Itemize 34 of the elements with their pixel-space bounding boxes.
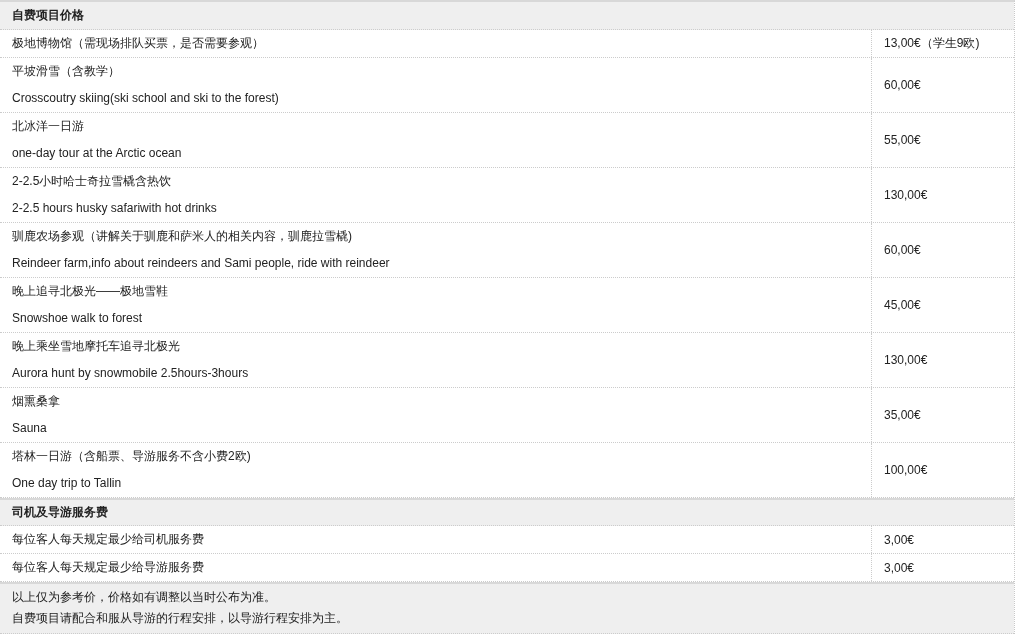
item-description: 北冰洋一日游 [12, 118, 85, 135]
price-cell: 60,00€ [871, 223, 1014, 277]
section-heading: 司机及导游服务费 [0, 498, 1014, 526]
item-description: 2-2.5 hours husky safariwith hot drinks [12, 200, 218, 217]
price-cell: 55,00€ [871, 113, 1014, 167]
item-description: 晚上乘坐雪地摩托车追寻北极光 [12, 338, 181, 355]
item-description: Sauna [12, 420, 48, 437]
item-description: 2-2.5小时哈士奇拉雪橇含热饮 [12, 173, 173, 190]
price-cell: 35,00€ [871, 388, 1014, 442]
item-description: 极地博物馆（需现场排队买票，是否需要参观） [12, 35, 265, 52]
note-text: 自费项目请配合和服从导游的行程安排，以导游行程安排为主。 [12, 610, 349, 627]
item-description: 晚上追寻北极光——极地雪鞋 [12, 283, 169, 300]
price-cell: 60,00€ [871, 58, 1014, 112]
price-cell: 13,00€（学生9欧) [871, 30, 1014, 57]
item-description: 每位客人每天规定最少给司机服务费 [12, 531, 205, 548]
item-description: 平坡滑雪（含教学） [12, 63, 121, 80]
price-cell: 3,00€ [871, 526, 1014, 553]
item-description: 每位客人每天规定最少给导游服务费 [12, 559, 205, 576]
item-description: Crosscoutry skiing(ski school and ski to the forest) [12, 90, 280, 107]
price-cell: 130,00€ [871, 168, 1014, 222]
price-cell: 45,00€ [871, 278, 1014, 332]
item-description: 驯鹿农场参观（讲解关于驯鹿和萨米人的相关内容，驯鹿拉雪橇) [12, 228, 353, 245]
item-description: Snowshoe walk to forest [12, 310, 144, 327]
price-cell: 3,00€ [871, 554, 1014, 581]
price-cell: 130,00€ [871, 333, 1014, 387]
item-description: Reindeer farm,info about reindeers and Sami people, ride with reindeer [12, 255, 391, 272]
item-description: 塔林一日游（含船票、导游服务不含小费2欧) [12, 448, 252, 465]
item-description: 烟熏桑拿 [12, 393, 61, 410]
section-heading: 自费项目价格 [0, 2, 1014, 30]
note-text: 以上仅为参考价，价格如有调整以当时公布为准。 [12, 589, 277, 606]
item-description: one-day tour at the Arctic ocean [12, 145, 183, 162]
price-cell: 100,00€ [871, 443, 1014, 497]
item-description: One day trip to Tallin [12, 475, 123, 492]
item-description: Aurora hunt by snowmobile 2.5hours-3hours [12, 365, 250, 382]
